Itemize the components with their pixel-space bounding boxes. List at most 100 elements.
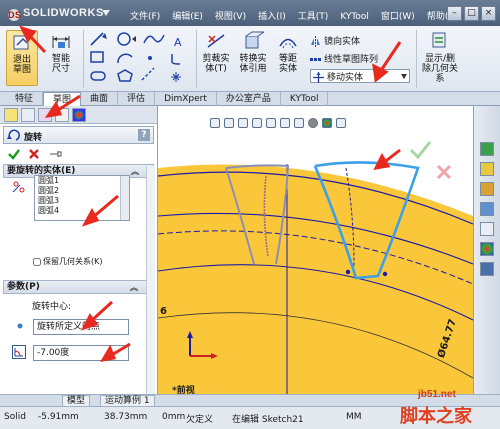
point-tool-icon[interactable] [148, 56, 152, 60]
property-manager-tab-icon[interactable] [21, 108, 35, 122]
menu-bar: 文件(F) 编辑(E) 视图(V) 插入(I) 工具(T) KYTool 窗口(… [124, 0, 465, 26]
menu-view[interactable]: 视图(V) [209, 0, 252, 26]
list-scrollbar[interactable] [120, 176, 129, 220]
linear-pattern-icon [310, 58, 321, 61]
rectangle-tool-icon[interactable] [90, 51, 104, 63]
cancel-x-icon[interactable] [28, 148, 40, 160]
view-settings-icon[interactable] [336, 118, 346, 128]
list-item[interactable]: 圆弧2 [35, 186, 129, 196]
tab-surfaces[interactable]: 曲面 [81, 92, 119, 106]
design-library-icon[interactable] [480, 162, 494, 176]
custom-properties-icon[interactable] [480, 262, 494, 276]
display-manager-tab-icon[interactable] [72, 108, 86, 122]
view-orientation-icon[interactable] [266, 118, 276, 128]
spline-tool-icon[interactable] [143, 34, 165, 44]
heads-up-toolbar [210, 118, 346, 128]
dropdown-arrow-icon[interactable] [401, 74, 407, 79]
status-units[interactable]: MM [346, 412, 362, 422]
sketch-point-star-icon[interactable] [171, 72, 181, 82]
tab-evaluate[interactable]: 评估 [118, 92, 156, 106]
move-label: 移动实体 [327, 73, 364, 83]
tab-dimxpert[interactable]: DimXpert [155, 92, 217, 106]
list-item[interactable]: 圆弧1 [35, 176, 129, 186]
section-view-icon[interactable] [252, 118, 262, 128]
tab-office-products[interactable]: 办公室产品 [217, 92, 281, 106]
appearances-icon[interactable] [480, 222, 494, 236]
keep-relations-check[interactable] [33, 257, 41, 266]
view-palette-icon[interactable] [480, 202, 494, 216]
dimxpert-tab-icon[interactable] [55, 108, 69, 122]
rotation-center-field[interactable]: 旋转所定义的点 [33, 319, 129, 335]
file-explorer-icon[interactable] [480, 182, 494, 196]
window-controls: – □ × [447, 6, 496, 21]
mirror-label: 镜向实体 [324, 37, 361, 47]
list-item[interactable]: 圆弧4 [35, 206, 129, 216]
title-bar: DSSOLIDWORKS 文件(F) 编辑(E) 视图(V) 插入(I) 工具(… [0, 0, 500, 26]
keep-relations-checkbox[interactable]: 保留几何关系(K) [33, 256, 103, 267]
line-tool-icon[interactable] [90, 32, 107, 46]
property-manager: 旋转 ? 要旋转的实体(E) ︽ 圆弧1 圆弧2 圆弧3 圆弧4 保留几何关系(… [0, 106, 158, 406]
property-title: 旋转 [24, 133, 43, 143]
menu-file[interactable]: 文件(F) [124, 0, 166, 26]
convert-entities-button[interactable]: 转换实体引用 [236, 30, 270, 86]
params-group-header[interactable]: 参数(P) ︽ [3, 280, 153, 294]
trim-entities-button[interactable]: 剪裁实体(T) [198, 30, 234, 86]
menu-tools[interactable]: 工具(T) [292, 0, 335, 26]
tab-features[interactable]: 特征 [6, 92, 44, 106]
panel-scrollbar[interactable] [146, 166, 155, 402]
slot-tool-icon[interactable] [90, 71, 106, 81]
feature-manager-tab-icon[interactable] [4, 108, 18, 122]
show-relations-button[interactable]: 显示/删除几何关系 [420, 30, 460, 86]
command-tabs: 特征 草图 曲面 评估 DimXpert 办公室产品 KYTool [0, 92, 500, 106]
resources-icon[interactable] [480, 142, 494, 156]
text-tool-icon[interactable]: A [174, 36, 182, 49]
menu-edit[interactable]: 编辑(E) [166, 0, 209, 26]
hide-show-icon[interactable] [294, 118, 304, 128]
menu-kytool[interactable]: KYTool [334, 0, 375, 26]
move-entities-button[interactable]: 移动实体 [310, 69, 410, 83]
show-relations-label: 显示/删除几何关系 [422, 54, 459, 84]
arc-tool-icon[interactable] [117, 53, 133, 64]
ds-logo-icon: DS [8, 9, 22, 21]
previous-view-icon[interactable] [238, 118, 248, 128]
offset-entities-button[interactable]: 等距实体 [272, 30, 304, 86]
tab-sketch[interactable]: 草图 [43, 92, 82, 106]
ok-check-icon[interactable] [8, 148, 20, 160]
minimize-button[interactable]: – [447, 6, 462, 21]
collapse-icon[interactable]: ︽ [130, 282, 138, 294]
close-button[interactable]: × [481, 6, 496, 21]
fillet-tool-icon[interactable] [171, 54, 181, 65]
list-item[interactable]: 圆弧3 [35, 196, 129, 206]
confirm-check-icon[interactable] [409, 141, 432, 160]
menu-insert[interactable]: 插入(I) [252, 0, 292, 26]
exit-sketch-button[interactable]: 退出草图 [6, 30, 38, 86]
appearance-icon[interactable] [308, 118, 318, 128]
linear-pattern-button[interactable]: 线性草图阵列 [310, 52, 378, 65]
circle-tool-icon[interactable] [117, 32, 136, 46]
cancel-x-icon[interactable] [436, 164, 452, 180]
smart-dimension-icon [52, 36, 70, 48]
zoom-fit-icon[interactable] [210, 118, 220, 128]
scenes-icon[interactable] [480, 242, 494, 256]
mirror-icon [311, 36, 320, 47]
angle-field[interactable]: -7.00度 [33, 345, 129, 361]
menu-pin-icon[interactable] [100, 8, 112, 18]
entities-list[interactable]: 圆弧1 圆弧2 圆弧3 圆弧4 [34, 175, 130, 221]
centerline-tool-icon[interactable] [141, 67, 155, 81]
zoom-area-icon[interactable] [224, 118, 234, 128]
smart-dimension-button[interactable]: 智能尺寸 [44, 30, 78, 86]
graphics-area[interactable]: *前视 6 Ø64.77 [158, 106, 473, 394]
maximize-button[interactable]: □ [464, 6, 479, 21]
sketch-tools-group: A [90, 32, 182, 82]
menu-window[interactable]: 窗口(W) [375, 0, 421, 26]
config-manager-tab-icon[interactable] [38, 108, 52, 122]
scene-icon[interactable] [322, 118, 332, 128]
tab-kytool[interactable]: KYTool [281, 92, 329, 106]
mirror-entities-button[interactable]: 镜向实体 [310, 34, 360, 47]
help-button[interactable]: ? [138, 129, 150, 141]
polygon-tool-icon[interactable] [117, 69, 133, 82]
display-style-icon[interactable] [280, 118, 290, 128]
sketch-view[interactable] [158, 106, 473, 394]
collapse-icon[interactable]: ︽ [131, 166, 139, 178]
pushpin-icon[interactable] [48, 148, 62, 160]
